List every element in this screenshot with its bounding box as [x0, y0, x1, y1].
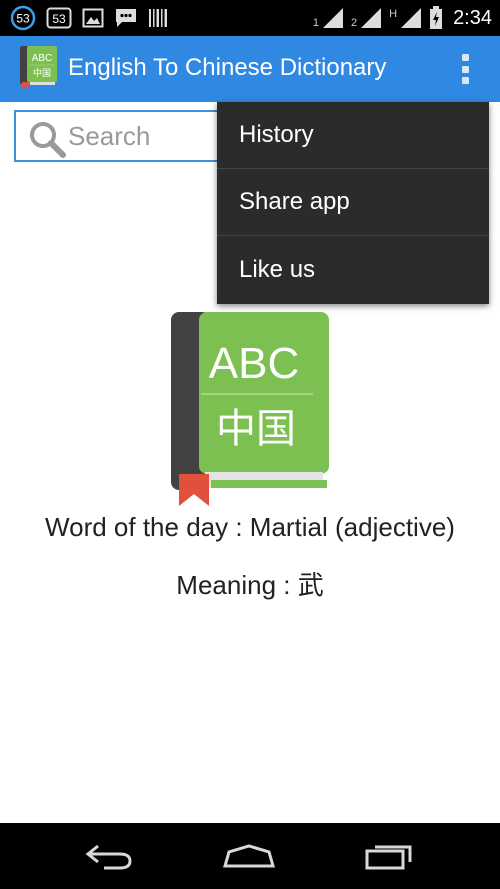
overflow-dot — [461, 54, 469, 61]
network-type-label: H — [389, 8, 398, 20]
menu-item-label: History — [239, 121, 314, 148]
overflow-dot — [461, 77, 469, 84]
signal-icon — [321, 7, 345, 29]
app-title: English To Chinese Dictionary — [68, 54, 387, 81]
notification-count: 53 — [16, 12, 30, 26]
logo-text-bottom: 中国 — [216, 406, 296, 452]
overflow-menu-button[interactable] — [460, 54, 470, 84]
menu-item-label: Share app — [239, 188, 350, 215]
app-logo-text-top: ABC — [32, 53, 53, 64]
outlined-badge-count: 53 — [52, 12, 66, 26]
logo-text-top: ABC — [209, 339, 299, 388]
back-button[interactable] — [74, 837, 144, 875]
menu-item-like-us[interactable]: Like us — [217, 236, 489, 303]
chat-icon — [114, 7, 138, 29]
signal-icon — [359, 7, 383, 29]
sim-2-label: 2 — [350, 17, 358, 29]
status-bar: 53 53 1 2 H 2:34 — [0, 0, 500, 36]
app-logo-text-bottom: 中国 — [33, 67, 51, 79]
menu-item-share-app[interactable]: Share app — [217, 169, 489, 236]
dictionary-logo: ABC 中国 — [171, 312, 331, 510]
menu-item-history[interactable]: History — [217, 102, 489, 169]
overflow-dot — [461, 65, 469, 73]
barcode-icon — [148, 8, 168, 28]
word-meaning: Meaning : 武 — [176, 570, 324, 600]
back-icon — [85, 844, 132, 870]
signal-icon — [399, 7, 423, 29]
menu-item-label: Like us — [239, 255, 316, 283]
overflow-menu: History Share app Like us — [217, 102, 489, 304]
status-bar-system: 1 2 H 2:34 — [313, 4, 492, 32]
app-bar: ABC 中国 English To Chinese Dictionary — [0, 36, 500, 102]
recent-apps-icon — [365, 845, 412, 870]
recent-apps-button[interactable] — [354, 837, 424, 875]
status-bar-clock: 2:34 — [453, 6, 492, 29]
notification-badge-icon: 53 — [10, 5, 36, 31]
home-icon — [223, 844, 275, 868]
search-icon — [28, 120, 66, 158]
home-button[interactable] — [214, 837, 284, 875]
sim-1-label: 1 — [312, 17, 319, 29]
navigation-bar — [0, 823, 500, 889]
status-bar-notifications: 53 53 — [10, 5, 168, 31]
app-logo-icon: ABC 中国 — [20, 46, 58, 90]
image-icon — [82, 8, 104, 28]
word-of-the-day: Word of the day : Martial (adjective) — [45, 512, 455, 542]
outlined-badge-icon: 53 — [46, 7, 72, 29]
battery-icon — [429, 6, 443, 30]
